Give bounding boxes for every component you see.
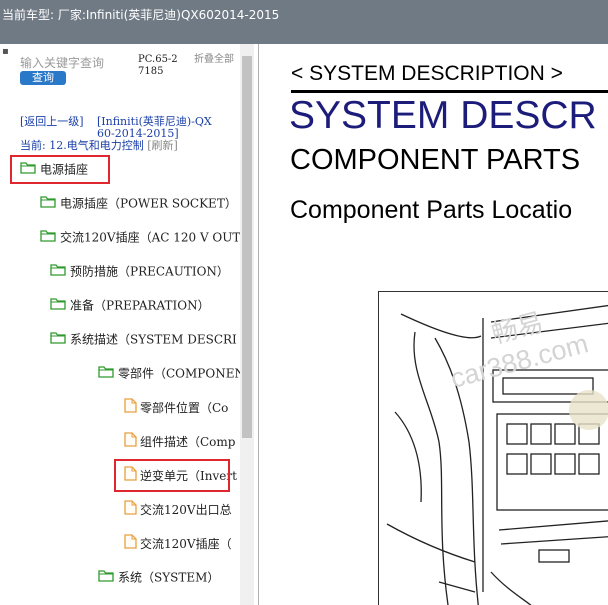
document-icon: [124, 500, 137, 520]
tree-item[interactable]: 电源插座（POWER SOCKET）: [40, 194, 237, 212]
tree-item-label: 准备（PREPARATION）: [70, 298, 210, 313]
tree-item-label: 交流120V插座（: [140, 537, 232, 551]
back-link[interactable]: [返回上一级]: [20, 115, 84, 128]
model-link-text[interactable]: [Infiniti(英菲尼迪)-QX60-2014-2015]: [97, 115, 212, 140]
model-link[interactable]: [Infiniti(英菲尼迪)-QX60-2014-2015]: [97, 116, 217, 140]
folder-icon: [50, 331, 67, 349]
folder-icon: [98, 569, 115, 587]
tree-item-label: 交流120V出口总: [140, 503, 232, 517]
doc-heading: Component Parts Locatio: [290, 196, 573, 224]
highlight-box-inverter: [114, 459, 230, 492]
sidebar: ▪ 查询 PC.65-27185 折叠全部 [返回上一级] [Infiniti(…: [0, 44, 259, 605]
tree-item[interactable]: 系统描述（SYSTEM DESCRI: [50, 330, 237, 348]
tree-item[interactable]: 交流120V插座（: [124, 534, 232, 552]
tree-item-label: 零部件（COMPONEN: [118, 366, 245, 381]
window-title: 当前车型: 厂家:Infiniti(英菲尼迪)QX602014-2015: [2, 8, 280, 22]
header-rule: [291, 90, 608, 93]
document-icon: [124, 534, 137, 554]
tree-item[interactable]: 准备（PREPARATION）: [50, 296, 210, 314]
document-icon: [124, 398, 137, 418]
tree-item-label: 电源插座（POWER SOCKET）: [60, 196, 237, 211]
document-view: < SYSTEM DESCRIPTION > SYSTEM DESCR COMP…: [259, 44, 608, 605]
tree-item[interactable]: 预防措施（PRECAUTION）: [50, 262, 229, 280]
folder-icon: [50, 263, 67, 281]
folder-icon: [40, 195, 57, 213]
scrollbar-thumb[interactable]: [242, 56, 252, 438]
tree-item[interactable]: 交流120V插座（AC 120 V OUT: [40, 228, 240, 246]
tree-item-label: 组件描述（Comp: [140, 435, 236, 449]
doc-subtitle: COMPONENT PARTS: [290, 144, 581, 176]
document-icon: [124, 432, 137, 452]
folder-icon: [98, 365, 115, 383]
pc-code: PC.65-27185: [138, 54, 178, 77]
tree-item[interactable]: 系统（SYSTEM）: [98, 568, 219, 586]
tree-item[interactable]: 零部件位置（Co: [124, 398, 228, 416]
refresh-link[interactable]: [刷新]: [147, 139, 178, 152]
highlight-box-power-socket: [10, 155, 110, 184]
title-bar: 当前车型: 厂家:Infiniti(英菲尼迪)QX602014-2015: [0, 0, 608, 44]
tree-item-label: 系统（SYSTEM）: [118, 570, 220, 585]
current-path: 当前: 12.电气和电力控制 [刷新]: [20, 140, 178, 152]
section-title: SYSTEM DESCR: [289, 94, 597, 137]
doc-header: < SYSTEM DESCRIPTION >: [291, 62, 563, 85]
tree-item-label: 交流120V插座（AC 120 V OUT: [60, 230, 241, 245]
nav-links: [返回上一级]: [20, 116, 84, 128]
tree-item-label: 系统描述（SYSTEM DESCRI: [70, 332, 237, 347]
collapse-all-button[interactable]: 折叠全部: [194, 54, 236, 66]
current-label: 当前:: [20, 139, 46, 152]
current-category-link[interactable]: 12.电气和电力控制: [49, 139, 144, 152]
tree-item[interactable]: 交流120V出口总: [124, 500, 232, 518]
folder-icon: [40, 229, 57, 247]
sidebar-marker: ▪: [2, 46, 9, 57]
search-button[interactable]: 查询: [20, 71, 66, 85]
search-input[interactable]: [20, 55, 114, 71]
tree-item[interactable]: 零部件（COMPONEN: [98, 364, 245, 382]
tree-item-label: 预防措施（PRECAUTION）: [70, 264, 229, 279]
tree-item[interactable]: 组件描述（Comp: [124, 432, 235, 450]
folder-icon: [50, 297, 67, 315]
component-location-figure: 畅易 car388.com: [378, 291, 608, 605]
tree-item-label: 零部件位置（Co: [140, 401, 229, 415]
